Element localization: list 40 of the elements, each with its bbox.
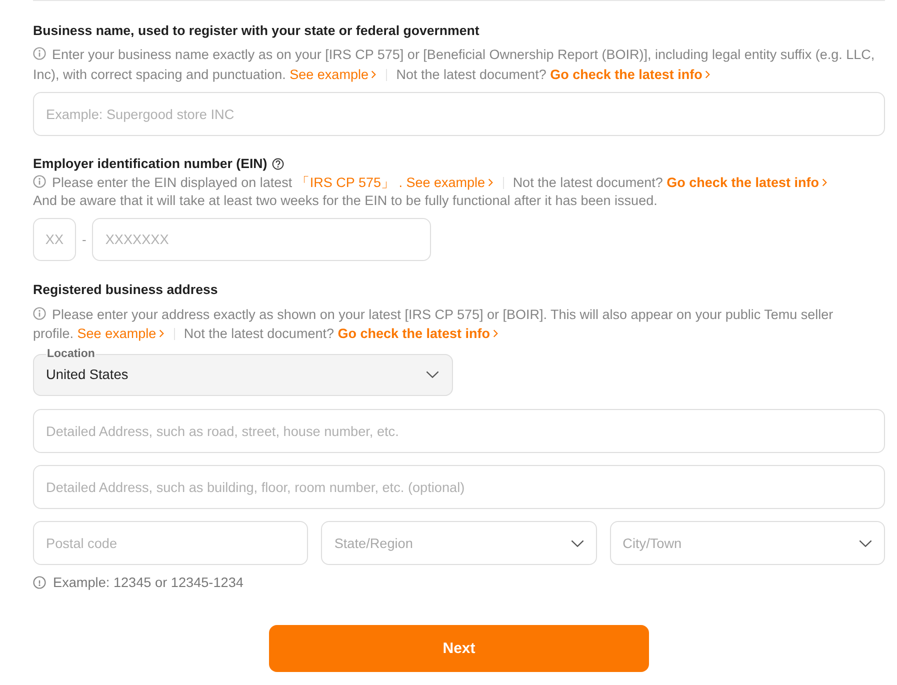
info-icon (33, 307, 46, 320)
chevron-right-icon (705, 70, 710, 79)
chevron-right-icon (822, 178, 827, 187)
chevron-down-icon (570, 540, 584, 546)
hint-link[interactable]: See example (290, 67, 376, 82)
address-detail-input[interactable]: Detailed Address, such as building, floor, room number, etc. (optional) (33, 465, 885, 509)
hint-link[interactable]: 「IRS CP 575」 (296, 175, 395, 190)
chevron-right-icon (371, 70, 376, 79)
street-address-input[interactable]: Detailed Address, such as road, street, house number, etc. (33, 409, 885, 453)
postal-code-input[interactable]: Postal code (33, 521, 308, 565)
info-icon (33, 175, 46, 188)
hint-text: Enter your business name exactly as on your [IRS CP 575] or [Beneficial Ownership Report (BOIR)], including legal entity suffix (e.g. LLC, Inc), with correct spacing and punctuation. See example Not the latest document? Go check the latest info (33, 46, 876, 84)
field-label: Registered business address (33, 281, 219, 299)
chevron-right-icon (159, 329, 164, 338)
exclamation-icon (33, 576, 46, 589)
hint-link[interactable]: Go check the latest info (338, 326, 498, 341)
ein-prefix-input[interactable]: XX (33, 218, 76, 261)
hint-text: Please enter the EIN displayed on latest 「IRS CP 575」 . See example Not the latest document? Go check the latest info (33, 174, 885, 192)
state-select[interactable]: State/Region (321, 521, 597, 565)
field-label: Employer identification number (EIN) (33, 155, 268, 173)
field-label: Business name, used to register with your state or federal government (33, 22, 480, 40)
info-icon (33, 47, 46, 60)
hint-link[interactable]: . See example (398, 175, 494, 190)
ein-number-input[interactable]: XXXXXXX (92, 218, 432, 261)
chevron-right-icon (493, 329, 498, 338)
next-button[interactable]: Next (269, 625, 649, 672)
hint-text: Please enter your address exactly as shown on your latest [IRS CP 575] or [BOIR]. This will also appear on your public Temu seller profile. See example Not the latest document? Go check the latest info (33, 306, 834, 343)
separator-text: - (82, 232, 86, 247)
chevron-down-icon (426, 371, 439, 378)
postal-hint-text: Example: 12345 or 12345-1234 (53, 574, 244, 592)
business-name-input[interactable]: Example: Supergood store INC (33, 92, 885, 136)
notice-text: And be aware that it will take at least two weeks for the EIN to be fully functional after it has been issued. (33, 192, 658, 210)
hint-link[interactable]: Go check the latest info (666, 175, 827, 190)
city-select[interactable]: City/Town (610, 521, 885, 565)
chevron-right-icon (488, 178, 494, 187)
chevron-down-icon (859, 540, 872, 546)
hint-link[interactable]: See example (77, 326, 164, 341)
hint-link[interactable]: Go check the latest info (550, 67, 710, 82)
help-icon (272, 158, 284, 170)
location-select[interactable]: Location United States (33, 349, 453, 396)
